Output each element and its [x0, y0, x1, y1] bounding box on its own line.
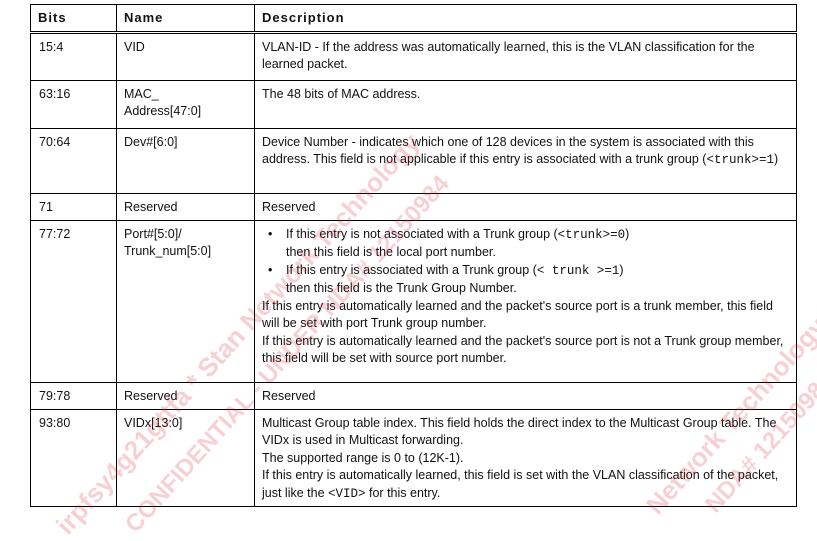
bits-cell: 15:4	[30, 31, 117, 81]
description-cell: Reserved	[254, 381, 797, 410]
table-row: 15:4 VID VLAN-ID - If the address was au…	[30, 31, 797, 81]
bits-cell: 71	[30, 192, 117, 221]
description-text: Device Number - indicates which one of 1…	[262, 134, 754, 167]
name-cell: VIDx[13:0]	[116, 408, 255, 507]
description-cell: • If this entry is not associated with a …	[254, 219, 797, 383]
description-cell: Device Number - indicates which one of 1…	[254, 127, 797, 194]
bullet-text: )	[625, 226, 630, 241]
bits-cell: 70:64	[30, 127, 117, 194]
description-cell: The 48 bits of MAC address.	[254, 79, 797, 129]
description-cell: VLAN-ID - If the address was automatical…	[254, 31, 797, 81]
description-text: for this entry.	[365, 485, 441, 500]
name-cell: Port#[5:0]/ Trunk_num[5:0]	[116, 219, 255, 383]
bits-cell: 93:80	[30, 408, 117, 507]
header-name: Name	[116, 4, 255, 34]
paragraph: Multicast Group table index. This field …	[262, 415, 777, 448]
name-cell: Reserved	[116, 192, 255, 221]
name-line: MAC_	[124, 86, 159, 101]
bullet-continuation: then this field is the Trunk Group Numbe…	[286, 281, 517, 295]
description-cell: Multicast Group table index. This field …	[254, 408, 797, 507]
name-cell: Reserved	[116, 381, 255, 410]
bits-cell: 77:72	[30, 219, 117, 383]
table-row: 71 Reserved Reserved	[30, 192, 797, 221]
register-field-table: Bits Name Description 15:4 VID VLAN-ID -…	[30, 4, 797, 507]
header-description: Description	[254, 4, 797, 34]
description-cell: Reserved	[254, 192, 797, 221]
code-token: <trunk>=1	[706, 153, 774, 167]
table-row: 93:80 VIDx[13:0] Multicast Group table i…	[30, 408, 797, 507]
name-cell: Dev#[6:0]	[116, 127, 255, 194]
code-token: <VID>	[328, 486, 366, 501]
paragraph: The supported range is 0 to (12K-1).	[262, 450, 464, 465]
header-bits: Bits	[30, 4, 117, 34]
name-line: Address[47:0]	[124, 104, 202, 118]
paragraph: If this entry is automatically learned, …	[262, 467, 790, 503]
paragraph: If this entry is automatically learned a…	[262, 298, 773, 331]
bits-cell: 79:78	[30, 381, 117, 410]
bullet-continuation: then this field is the local port number…	[286, 245, 496, 259]
name-line: Trunk_num[5:0]	[124, 244, 212, 258]
bits-cell: 63:16	[30, 79, 117, 129]
description-text: )	[773, 152, 779, 166]
bullet-icon: •	[268, 262, 273, 277]
table-row: 70:64 Dev#[6:0] Device Number - indicate…	[30, 127, 797, 194]
table-row: 63:16 MAC_ Address[47:0] The 48 bits of M…	[30, 79, 797, 129]
code-token: < trunk >=1	[536, 263, 620, 278]
bullet-text: )	[619, 262, 624, 277]
bullet-item: • If this entry is not associated with a …	[262, 226, 790, 245]
bullet-text: If this entry is associated with a Trunk…	[286, 262, 537, 277]
table-row: 79:78 Reserved Reserved	[30, 381, 797, 410]
table-row: 77:72 Port#[5:0]/ Trunk_num[5:0] • If this…	[30, 219, 797, 383]
table-header-row: Bits Name Description	[30, 4, 797, 34]
name-cell: MAC_ Address[47:0]	[116, 79, 255, 129]
code-token: <trunk>=0	[557, 227, 626, 242]
bullet-text: If this entry is not associated with a T…	[286, 226, 558, 241]
bullet-item: • If this entry is associated with a Trun…	[262, 262, 790, 281]
bullet-icon: •	[268, 226, 273, 241]
name-cell: VID	[116, 31, 255, 81]
name-line: Port#[5:0]/	[124, 226, 182, 241]
paragraph: If this entry is automatically learned a…	[262, 333, 784, 366]
